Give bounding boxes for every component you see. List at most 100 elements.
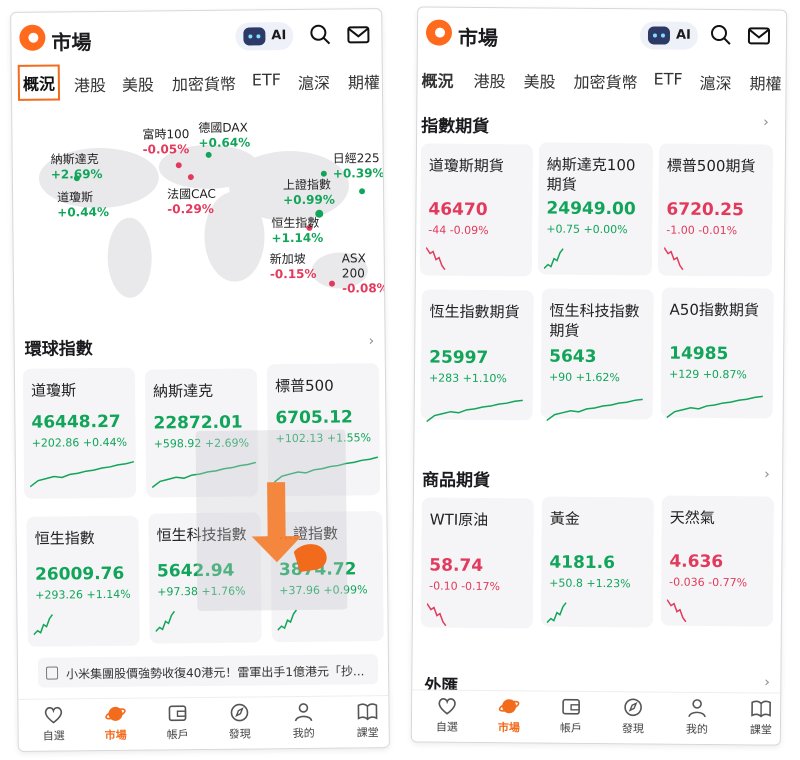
- nav-item-wallet[interactable]: 帳戶: [152, 702, 202, 743]
- index-card[interactable]: 天然氣 4.636 -0.036 -0.77%: [660, 495, 774, 627]
- index-card[interactable]: 道瓊斯期貨 46470 -44 -0.09%: [419, 143, 534, 277]
- mail-icon[interactable]: [746, 22, 772, 48]
- card-name: 納斯達克100期貨: [546, 155, 636, 194]
- index-card[interactable]: A50指數期貨 14985 +129 +0.87%: [660, 287, 774, 419]
- tab-a-shares[interactable]: 滬深: [298, 70, 330, 94]
- tab-etf[interactable]: ETF: [654, 69, 683, 88]
- planet-icon: [105, 706, 126, 721]
- market-tabs: 概況 港股 美股 加密貨幣 ETF 滬深 期權: [12, 63, 382, 107]
- index-card[interactable]: 恆生科技指數期貨 5643 +90 +1.62%: [540, 288, 654, 422]
- drag-arrow-icon: [251, 482, 327, 572]
- map-index-ftse[interactable]: 富時100 -0.05%: [142, 127, 189, 157]
- tab-us-stocks[interactable]: 美股: [523, 68, 555, 92]
- nav-item-person[interactable]: 我的: [278, 701, 328, 742]
- sparkline-line: [425, 247, 446, 271]
- map-index-asx[interactable]: ASX 200 -0.08%: [342, 251, 389, 296]
- card-name: 納斯達克: [153, 381, 214, 401]
- nav-label: 自選: [42, 729, 65, 743]
- index-card[interactable]: 恒生指數 26009.76 +293.26 +1.14%: [26, 515, 140, 647]
- compass-icon: [230, 703, 249, 722]
- tab-options[interactable]: 期權: [348, 69, 380, 93]
- card-name: 恒生指數: [34, 529, 95, 548]
- tab-overview[interactable]: 概況: [17, 64, 61, 101]
- tab-hk-stocks[interactable]: 港股: [473, 68, 505, 92]
- card-change: -1.00 -0.01%: [666, 223, 738, 238]
- index-card[interactable]: 納斯達克100期貨 24949.00 +0.75 +0.00%: [537, 142, 654, 276]
- index-card[interactable]: 標普500期貨 6720.25 -1.00 -0.01%: [657, 143, 774, 277]
- ai-assistant-button[interactable]: AI: [639, 21, 699, 50]
- news-ticker[interactable]: 小米集團股價強勢收復40港元！雷軍出手1億港元「抄...: [37, 654, 379, 688]
- sparkline-chart: [33, 614, 54, 636]
- chevron-right-icon[interactable]: ›: [764, 466, 770, 482]
- tab-us-stocks[interactable]: 美股: [122, 71, 154, 95]
- tab-etf[interactable]: ETF: [252, 70, 281, 89]
- card-name: 黃金: [549, 509, 580, 528]
- index-card[interactable]: WTI原油 58.74 -0.10 -0.17%: [420, 497, 534, 629]
- tab-hk-stocks[interactable]: 港股: [74, 72, 106, 96]
- sparkline-chart: [426, 603, 447, 627]
- card-change: -44 -0.09%: [428, 223, 489, 238]
- map-index-nikkei[interactable]: 日經225 +0.39%: [333, 151, 385, 182]
- world-index-map[interactable]: 富時100 -0.05% 德國DAX +0.64% 納斯達克 +2.69% 日經…: [18, 105, 389, 309]
- app-logo-icon: [19, 24, 46, 51]
- card-change: +50.8 +1.23%: [549, 576, 631, 591]
- nav-item-planet[interactable]: 市場: [484, 695, 534, 735]
- map-index-hsi[interactable]: 恒生指數 +1.14%: [271, 216, 323, 247]
- map-index-dax[interactable]: 德國DAX +0.64%: [198, 120, 250, 151]
- sparkline-line: [155, 610, 176, 633]
- nav-item-heart[interactable]: 自選: [28, 703, 78, 744]
- card-price: 24949.00: [546, 198, 636, 220]
- tab-a-shares[interactable]: 滬深: [699, 70, 731, 94]
- sparkline-chart: [29, 460, 135, 488]
- bottom-nav: 自選 市場 帳戶 發現 我的 課堂: [411, 689, 781, 745]
- nav-item-planet[interactable]: 市場: [90, 703, 140, 744]
- tab-crypto[interactable]: 加密貨幣: [172, 71, 236, 96]
- app-header: 市場 AI: [11, 9, 382, 65]
- person-icon: [688, 699, 706, 718]
- chevron-right-icon[interactable]: ›: [369, 333, 375, 349]
- card-change: -0.036 -0.77%: [669, 575, 748, 590]
- compass-icon: [624, 698, 642, 717]
- nav-item-book[interactable]: 課堂: [736, 697, 786, 737]
- tab-options[interactable]: 期權: [749, 70, 781, 94]
- wallet-icon: [562, 698, 580, 715]
- nav-label: 自選: [435, 720, 458, 734]
- sparkline-chart: [663, 247, 684, 271]
- sparkline-line: [277, 609, 298, 631]
- card-price: 6705.12: [275, 407, 353, 429]
- card-price: 46470: [428, 199, 488, 221]
- section-title-index-futures: 指數期貨: [421, 116, 490, 138]
- map-index-singapore[interactable]: 新加坡 -0.15%: [270, 252, 317, 282]
- nav-item-book[interactable]: 課堂: [342, 700, 390, 741]
- chevron-right-icon[interactable]: ›: [763, 114, 769, 130]
- chevron-right-icon[interactable]: ›: [764, 674, 770, 690]
- wallet-icon: [168, 705, 187, 722]
- card-name: 標普500期貨: [666, 156, 756, 176]
- index-card[interactable]: 道瓊斯 46448.27 +202.86 +0.44%: [22, 367, 137, 499]
- nav-item-compass[interactable]: 發現: [214, 701, 264, 742]
- mail-icon[interactable]: [345, 21, 371, 47]
- map-index-cac[interactable]: 法國CAC -0.29%: [167, 187, 216, 218]
- nav-item-heart[interactable]: 自選: [422, 694, 472, 734]
- search-icon[interactable]: [708, 22, 734, 48]
- index-card[interactable]: 黃金 4181.6 +50.8 +1.23%: [540, 496, 654, 628]
- sparkline-line: [663, 247, 684, 271]
- sparkline-line: [426, 603, 447, 627]
- nav-item-compass[interactable]: 發現: [608, 696, 658, 736]
- index-card[interactable]: 恆生指數期貨 25997 +283 +1.10%: [420, 289, 534, 423]
- section-title-global-indices: 環球指數: [24, 339, 93, 360]
- sparkline-chart: [666, 599, 687, 623]
- map-index-shanghai[interactable]: 上證指數 +0.99%: [283, 178, 335, 209]
- ai-assistant-button[interactable]: AI: [235, 22, 294, 51]
- page-title: 市場: [51, 30, 92, 55]
- app-header: 市場 AI: [418, 7, 786, 62]
- search-icon[interactable]: [307, 22, 333, 48]
- tab-crypto[interactable]: 加密貨幣: [573, 69, 637, 94]
- sparkline-chart: [543, 248, 564, 270]
- nav-item-person[interactable]: 我的: [672, 697, 722, 737]
- nav-item-wallet[interactable]: 帳戶: [546, 696, 596, 736]
- tab-overview[interactable]: 概況: [421, 67, 453, 91]
- map-index-dow[interactable]: 道瓊斯 +0.44%: [57, 190, 109, 221]
- nav-label: 我的: [292, 726, 315, 741]
- map-index-nasdaq[interactable]: 納斯達克 +2.69%: [51, 152, 103, 183]
